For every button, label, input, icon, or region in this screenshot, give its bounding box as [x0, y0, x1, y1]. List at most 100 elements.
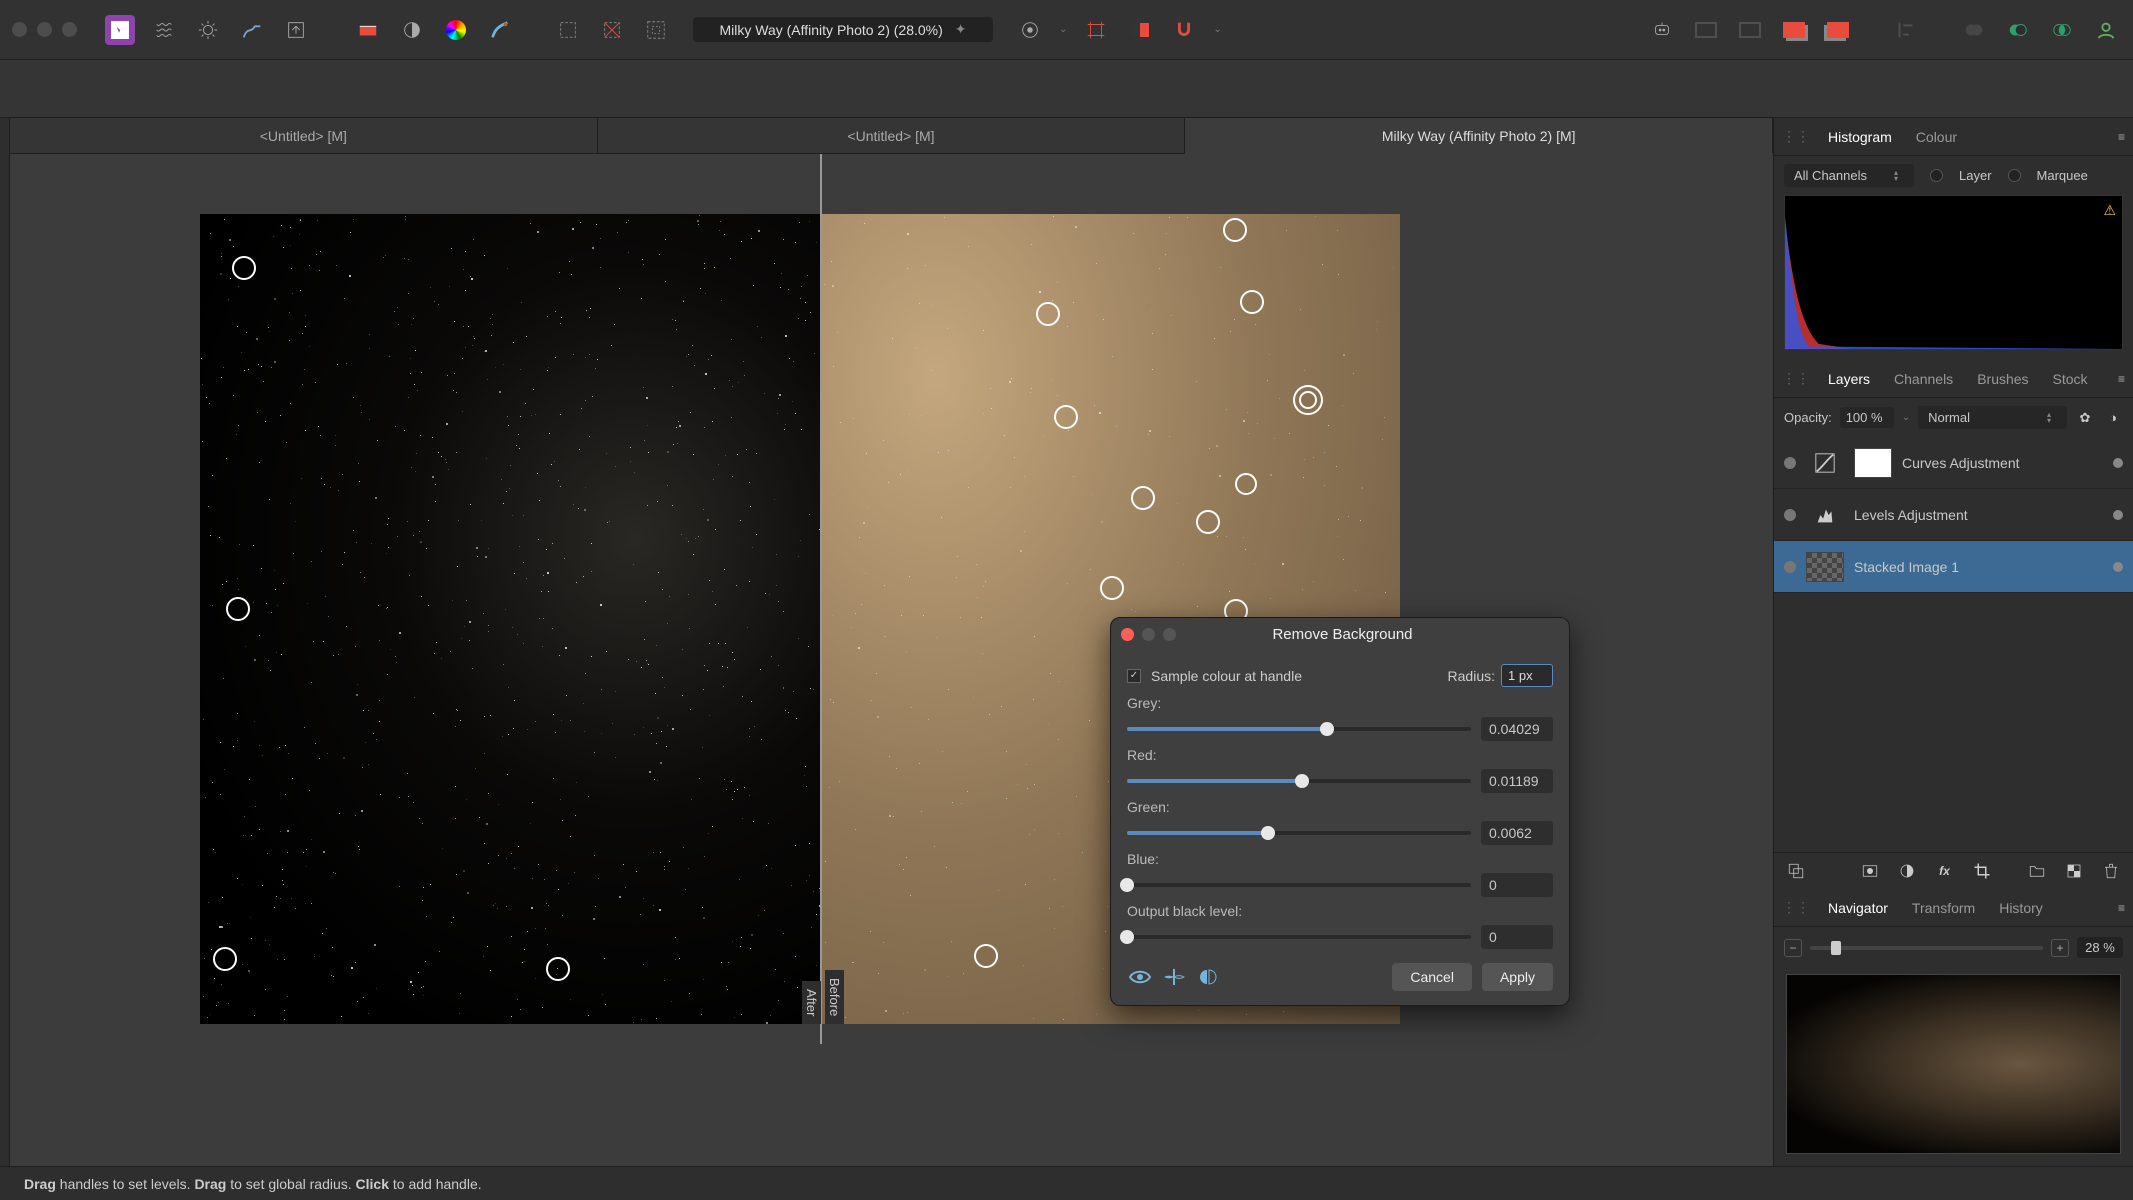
- layer-cog-icon[interactable]: ✿: [2075, 408, 2095, 428]
- dropdown-chevron-icon[interactable]: ⌄: [1213, 24, 1221, 35]
- slider-value[interactable]: 0.01189: [1481, 769, 1553, 793]
- fx-layer-icon[interactable]: fx: [1935, 861, 1954, 881]
- magnet-icon[interactable]: [1169, 15, 1199, 45]
- traffic-min[interactable]: [37, 22, 52, 37]
- preview-mode-mirror-icon[interactable]: [1195, 966, 1221, 988]
- adjustment-layer-icon[interactable]: [1898, 861, 1917, 881]
- sample-handle[interactable]: [546, 957, 570, 981]
- tab-layers[interactable]: Layers: [1818, 365, 1880, 393]
- sample-handle[interactable]: [1235, 473, 1257, 495]
- document-tab[interactable]: Milky Way (Affinity Photo 2) [M]: [1185, 118, 1773, 154]
- opacity-value[interactable]: 100 %: [1840, 407, 1894, 428]
- opacity-chevron-icon[interactable]: ⌄: [1902, 412, 1910, 423]
- persona-develop-icon[interactable]: [193, 15, 223, 45]
- deselect-icon[interactable]: [597, 15, 627, 45]
- tab-history[interactable]: History: [1989, 894, 2053, 922]
- sample-handle[interactable]: [1100, 576, 1124, 600]
- sample-handle[interactable]: [1299, 391, 1317, 409]
- traffic-close[interactable]: [12, 22, 27, 37]
- slider-knob[interactable]: [1261, 826, 1275, 840]
- slider-value[interactable]: 0: [1481, 873, 1553, 897]
- layer-fx-icon[interactable]: ◑: [2103, 408, 2123, 428]
- sample-handle[interactable]: [974, 944, 998, 968]
- slider-value[interactable]: 0.0062: [1481, 821, 1553, 845]
- assistant-icon[interactable]: [1647, 15, 1677, 45]
- slider-track[interactable]: [1127, 935, 1471, 939]
- zoom-in-button[interactable]: +: [2051, 939, 2069, 957]
- arrange-bottom-icon[interactable]: [1823, 15, 1853, 45]
- sample-handle[interactable]: [1054, 405, 1078, 429]
- add-pixel-layer-icon[interactable]: [2065, 861, 2084, 881]
- layer-toggle[interactable]: [1930, 169, 1943, 182]
- sample-handle[interactable]: [1240, 290, 1264, 314]
- panel-menu-icon[interactable]: ≡: [2118, 130, 2125, 144]
- autocontrast-icon[interactable]: [397, 15, 427, 45]
- tab-stock[interactable]: Stock: [2043, 365, 2098, 393]
- document-tab[interactable]: <Untitled> [M]: [598, 118, 1186, 153]
- slider-value[interactable]: 0: [1481, 925, 1553, 949]
- snapping-icon[interactable]: [1081, 15, 1111, 45]
- layer-row[interactable]: Curves Adjustment: [1774, 437, 2133, 489]
- after-pane[interactable]: [200, 214, 820, 1024]
- intersect-op-icon[interactable]: [2047, 15, 2077, 45]
- dialog-close-icon[interactable]: [1121, 628, 1134, 641]
- slider-track[interactable]: [1127, 831, 1471, 835]
- sample-handle[interactable]: [1036, 302, 1060, 326]
- autocolour-icon[interactable]: [441, 15, 471, 45]
- persona-liquify-icon[interactable]: [149, 15, 179, 45]
- sample-handle[interactable]: [232, 256, 256, 280]
- marquee-toggle[interactable]: [2008, 169, 2021, 182]
- select-all-icon[interactable]: [553, 15, 583, 45]
- account-icon[interactable]: [2091, 15, 2121, 45]
- preview-mode-single-icon[interactable]: [1127, 966, 1153, 988]
- add-group-icon[interactable]: [2027, 861, 2046, 881]
- zoom-value[interactable]: 28 %: [2077, 937, 2123, 958]
- panel-drag-grip-icon[interactable]: ⋮⋮: [1782, 128, 1810, 145]
- zoom-slider[interactable]: [1810, 946, 2043, 950]
- sample-colour-checkbox[interactable]: ✓: [1127, 669, 1141, 683]
- tab-channels[interactable]: Channels: [1884, 365, 1963, 393]
- traffic-max[interactable]: [62, 22, 77, 37]
- slider-knob[interactable]: [1295, 774, 1309, 788]
- sample-handle[interactable]: [1223, 218, 1247, 242]
- sample-handle[interactable]: [1131, 486, 1155, 510]
- sample-handle[interactable]: [226, 597, 250, 621]
- mask-layer-icon[interactable]: [1860, 861, 1879, 881]
- radius-input[interactable]: [1501, 664, 1553, 687]
- dropdown-chevron-icon[interactable]: ⌄: [1059, 24, 1067, 35]
- slider-knob[interactable]: [1120, 930, 1134, 944]
- slider-track[interactable]: [1127, 727, 1471, 731]
- panel-drag-grip-icon[interactable]: ⋮⋮: [1782, 899, 1810, 916]
- persona-export-icon[interactable]: [281, 15, 311, 45]
- blend-mode-select[interactable]: Normal ▴▾: [1918, 406, 2067, 429]
- channel-select[interactable]: All Channels ▴▾: [1784, 164, 1914, 187]
- quick-mask-icon[interactable]: [1015, 15, 1045, 45]
- sample-handle[interactable]: [1196, 510, 1220, 534]
- split-divider[interactable]: [820, 154, 822, 1044]
- autowb-icon[interactable]: [485, 15, 515, 45]
- panel-menu-icon[interactable]: ≡: [2118, 901, 2125, 915]
- tab-navigator[interactable]: Navigator: [1818, 894, 1898, 922]
- merge-layers-icon[interactable]: [1786, 861, 1805, 881]
- layer-visibility-toggle[interactable]: [1784, 457, 1796, 469]
- preview-mode-split-icon[interactable]: [1161, 966, 1187, 988]
- slider-track[interactable]: [1127, 883, 1471, 887]
- tab-colour[interactable]: Colour: [1906, 123, 1967, 151]
- histogram-warning-icon[interactable]: ⚠: [2103, 202, 2116, 219]
- persona-photo-icon[interactable]: [105, 15, 135, 45]
- document-tab[interactable]: <Untitled> [M]: [10, 118, 598, 153]
- invert-selection-icon[interactable]: [641, 15, 671, 45]
- sample-handle[interactable]: [213, 947, 237, 971]
- layer-row[interactable]: Stacked Image 1: [1774, 541, 2133, 593]
- slider-value[interactable]: 0.04029: [1481, 717, 1553, 741]
- force-pixel-align-icon[interactable]: [1125, 15, 1155, 45]
- arrange-down-icon[interactable]: [1779, 15, 1809, 45]
- navigator-preview[interactable]: [1786, 974, 2121, 1154]
- slider-knob[interactable]: [1320, 722, 1334, 736]
- panel-drag-grip-icon[interactable]: ⋮⋮: [1782, 370, 1810, 387]
- crop-layer-icon[interactable]: [1972, 861, 1991, 881]
- apply-button[interactable]: Apply: [1482, 963, 1553, 991]
- persona-tone-icon[interactable]: [237, 15, 267, 45]
- autolevels-icon[interactable]: [353, 15, 383, 45]
- slider-knob[interactable]: [1120, 878, 1134, 892]
